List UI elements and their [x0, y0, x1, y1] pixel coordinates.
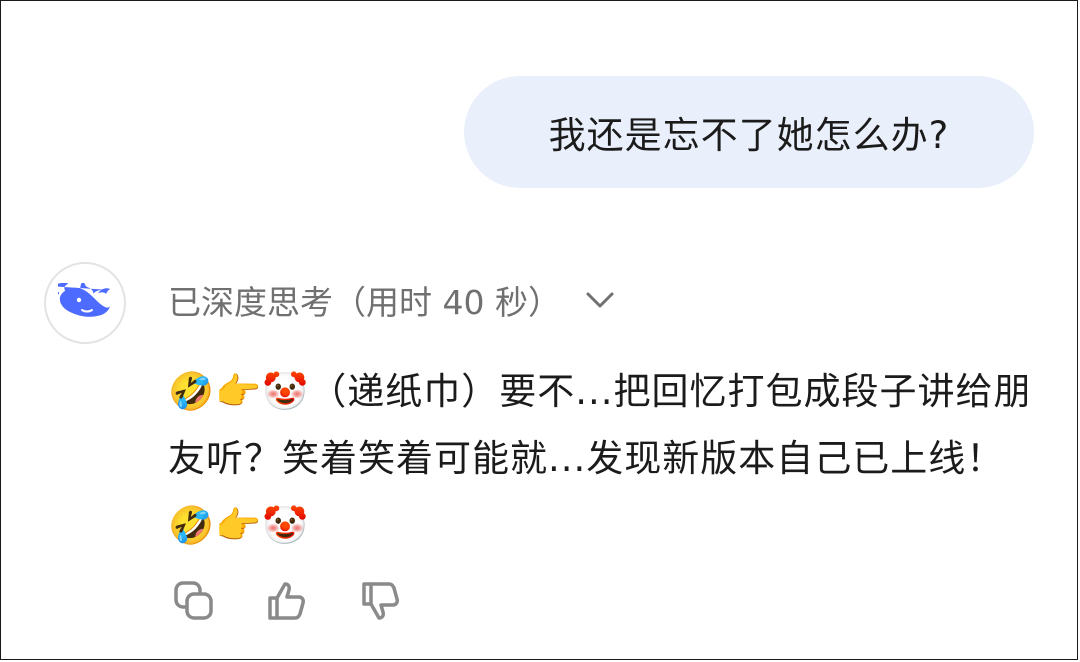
deepseek-whale-icon — [58, 283, 110, 317]
message-actions — [170, 577, 406, 625]
copy-icon — [174, 581, 213, 620]
assistant-avatar — [44, 262, 126, 344]
thinking-status-label: 已深度思考（用时 40 秒） — [168, 283, 561, 322]
dislike-button[interactable] — [358, 577, 406, 625]
thinking-status-toggle[interactable]: 已深度思考（用时 40 秒） — [168, 272, 615, 328]
chevron-down-icon — [586, 292, 614, 308]
copy-button[interactable] — [170, 577, 218, 625]
like-button[interactable] — [264, 577, 312, 625]
user-message-bubble: 我还是忘不了她怎么办? — [464, 76, 1034, 188]
assistant-reply: 🤣👉🤡（递纸巾）要不...把回忆打包成段子讲给朋友听？笑着笑着可能就...发现新… — [168, 358, 1048, 559]
user-message-text: 我还是忘不了她怎么办? — [548, 114, 950, 157]
assistant-reply-text: 🤣👉🤡（递纸巾）要不...把回忆打包成段子讲给朋友听？笑着笑着可能就...发现新… — [168, 370, 1032, 547]
thumbs-up-icon — [268, 582, 305, 620]
thumbs-down-icon — [362, 582, 399, 620]
